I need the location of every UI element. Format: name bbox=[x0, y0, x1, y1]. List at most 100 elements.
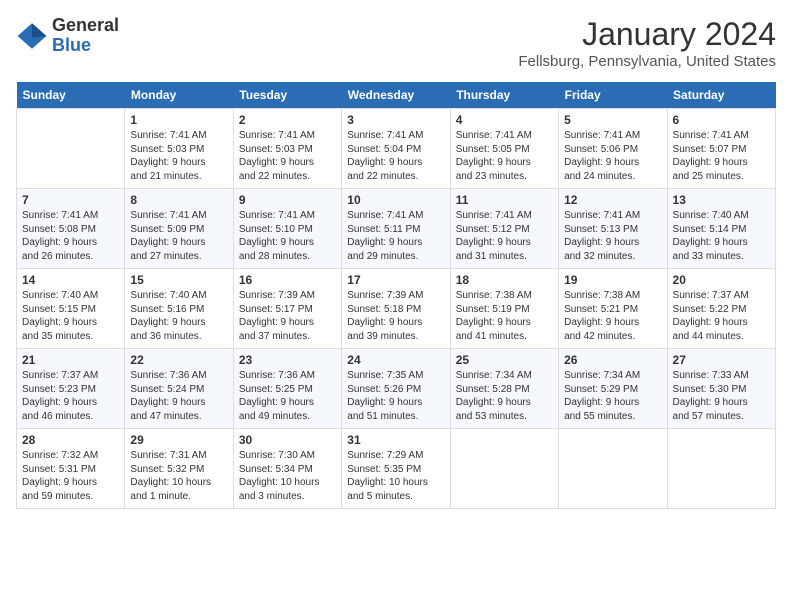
calendar-cell: 10 Sunrise: 7:41 AM Sunset: 5:11 PM Dayli… bbox=[342, 189, 450, 269]
day-number: 20 bbox=[673, 273, 770, 287]
day-number: 2 bbox=[239, 113, 336, 127]
day-number: 15 bbox=[130, 273, 227, 287]
day-info: Sunrise: 7:33 AM Sunset: 5:30 PM Dayligh… bbox=[673, 369, 770, 423]
calendar-week-row: 28 Sunrise: 7:32 AM Sunset: 5:31 PM Dayli… bbox=[17, 429, 776, 509]
day-number: 26 bbox=[564, 353, 661, 367]
logo-blue-label: Blue bbox=[52, 36, 119, 56]
day-info: Sunrise: 7:41 AM Sunset: 5:04 PM Dayligh… bbox=[347, 129, 444, 183]
day-number: 22 bbox=[130, 353, 227, 367]
calendar-week-row: 7 Sunrise: 7:41 AM Sunset: 5:08 PM Daylig… bbox=[17, 189, 776, 269]
day-number: 1 bbox=[130, 113, 227, 127]
day-number: 24 bbox=[347, 353, 444, 367]
day-info: Sunrise: 7:39 AM Sunset: 5:17 PM Dayligh… bbox=[239, 289, 336, 343]
calendar-cell: 17Sunrise: 7:39 AM Sunset: 5:18 PM Dayli… bbox=[342, 269, 450, 349]
day-number: 21 bbox=[22, 353, 119, 367]
day-number: 23 bbox=[239, 353, 336, 367]
column-header-sunday: Sunday bbox=[17, 82, 125, 109]
day-number: 25 bbox=[456, 353, 553, 367]
day-info: Sunrise: 7:36 AM Sunset: 5:24 PM Dayligh… bbox=[130, 369, 227, 423]
day-info: Sunrise: 7:41 AM Sunset: 5:08 PM Dayligh… bbox=[22, 209, 119, 263]
column-header-saturday: Saturday bbox=[667, 82, 775, 109]
day-number: 18 bbox=[456, 273, 553, 287]
day-info: Sunrise: 7:41 AM Sunset: 5:11 PM Dayligh… bbox=[347, 209, 444, 263]
day-number: 10 bbox=[347, 193, 444, 207]
day-info: Sunrise: 7:35 AM Sunset: 5:26 PM Dayligh… bbox=[347, 369, 444, 423]
day-number: 12 bbox=[564, 193, 661, 207]
day-info: Sunrise: 7:37 AM Sunset: 5:22 PM Dayligh… bbox=[673, 289, 770, 343]
calendar-cell: 11 Sunrise: 7:41 AM Sunset: 5:12 PM Dayli… bbox=[450, 189, 558, 269]
day-info: Sunrise: 7:34 AM Sunset: 5:28 PM Dayligh… bbox=[456, 369, 553, 423]
day-number: 27 bbox=[673, 353, 770, 367]
calendar-table: SundayMondayTuesdayWednesdayThursdayFrid… bbox=[16, 82, 776, 509]
calendar-cell: 15 Sunrise: 7:40 AM Sunset: 5:16 PM Dayli… bbox=[125, 269, 233, 349]
day-info: Sunrise: 7:38 AM Sunset: 5:21 PM Dayligh… bbox=[564, 289, 661, 343]
calendar-cell: 25 Sunrise: 7:34 AM Sunset: 5:28 PM Dayli… bbox=[450, 349, 558, 429]
calendar-cell bbox=[667, 429, 775, 509]
calendar-cell: 8 Sunrise: 7:41 AM Sunset: 5:09 PM Daylig… bbox=[125, 189, 233, 269]
day-info: Sunrise: 7:38 AM Sunset: 5:19 PM Dayligh… bbox=[456, 289, 553, 343]
day-info: Sunrise: 7:41 AM Sunset: 5:07 PM Dayligh… bbox=[673, 129, 770, 183]
calendar-week-row: 21 Sunrise: 7:37 AM Sunset: 5:23 PM Dayli… bbox=[17, 349, 776, 429]
calendar-cell: 29Sunrise: 7:31 AM Sunset: 5:32 PM Dayli… bbox=[125, 429, 233, 509]
day-info: Sunrise: 7:34 AM Sunset: 5:29 PM Dayligh… bbox=[564, 369, 661, 423]
column-header-friday: Friday bbox=[559, 82, 667, 109]
calendar-cell bbox=[559, 429, 667, 509]
day-info: Sunrise: 7:37 AM Sunset: 5:23 PM Dayligh… bbox=[22, 369, 119, 423]
day-info: Sunrise: 7:41 AM Sunset: 5:03 PM Dayligh… bbox=[130, 129, 227, 183]
calendar-cell: 21 Sunrise: 7:37 AM Sunset: 5:23 PM Dayli… bbox=[17, 349, 125, 429]
page-header: General Blue January 2024 Fellsburg, Pen… bbox=[16, 16, 776, 70]
calendar-cell: 1 Sunrise: 7:41 AM Sunset: 5:03 PM Daylig… bbox=[125, 109, 233, 189]
calendar-cell: 27 Sunrise: 7:33 AM Sunset: 5:30 PM Dayli… bbox=[667, 349, 775, 429]
calendar-cell: 6 Sunrise: 7:41 AM Sunset: 5:07 PM Daylig… bbox=[667, 109, 775, 189]
calendar-cell: 18 Sunrise: 7:38 AM Sunset: 5:19 PM Dayli… bbox=[450, 269, 558, 349]
column-header-monday: Monday bbox=[125, 82, 233, 109]
calendar-cell: 3 Sunrise: 7:41 AM Sunset: 5:04 PM Daylig… bbox=[342, 109, 450, 189]
day-number: 16 bbox=[239, 273, 336, 287]
calendar-cell: 13Sunrise: 7:40 AM Sunset: 5:14 PM Dayli… bbox=[667, 189, 775, 269]
day-info: Sunrise: 7:29 AM Sunset: 5:35 PM Dayligh… bbox=[347, 449, 444, 503]
day-number: 28 bbox=[22, 433, 119, 447]
column-header-wednesday: Wednesday bbox=[342, 82, 450, 109]
day-info: Sunrise: 7:36 AM Sunset: 5:25 PM Dayligh… bbox=[239, 369, 336, 423]
day-number: 11 bbox=[456, 193, 553, 207]
column-header-thursday: Thursday bbox=[450, 82, 558, 109]
day-info: Sunrise: 7:32 AM Sunset: 5:31 PM Dayligh… bbox=[22, 449, 119, 503]
logo-general-label: General bbox=[52, 16, 119, 36]
day-number: 14 bbox=[22, 273, 119, 287]
calendar-cell: 31 Sunrise: 7:29 AM Sunset: 5:35 PM Dayli… bbox=[342, 429, 450, 509]
calendar-cell: 9 Sunrise: 7:41 AM Sunset: 5:10 PM Daylig… bbox=[233, 189, 341, 269]
logo-icon bbox=[16, 20, 48, 52]
calendar-cell: 5 Sunrise: 7:41 AM Sunset: 5:06 PM Daylig… bbox=[559, 109, 667, 189]
day-info: Sunrise: 7:41 AM Sunset: 5:05 PM Dayligh… bbox=[456, 129, 553, 183]
day-info: Sunrise: 7:41 AM Sunset: 5:10 PM Dayligh… bbox=[239, 209, 336, 263]
calendar-cell: 28 Sunrise: 7:32 AM Sunset: 5:31 PM Dayli… bbox=[17, 429, 125, 509]
day-info: Sunrise: 7:41 AM Sunset: 5:09 PM Dayligh… bbox=[130, 209, 227, 263]
day-number: 3 bbox=[347, 113, 444, 127]
location-label: Fellsburg, Pennsylvania, United States bbox=[518, 53, 776, 70]
calendar-cell: 7 Sunrise: 7:41 AM Sunset: 5:08 PM Daylig… bbox=[17, 189, 125, 269]
day-number: 7 bbox=[22, 193, 119, 207]
calendar-cell: 23 Sunrise: 7:36 AM Sunset: 5:25 PM Dayli… bbox=[233, 349, 341, 429]
day-number: 31 bbox=[347, 433, 444, 447]
day-info: Sunrise: 7:30 AM Sunset: 5:34 PM Dayligh… bbox=[239, 449, 336, 503]
logo: General Blue bbox=[16, 16, 119, 56]
day-info: Sunrise: 7:40 AM Sunset: 5:14 PM Dayligh… bbox=[673, 209, 770, 263]
calendar-cell: 22 Sunrise: 7:36 AM Sunset: 5:24 PM Dayli… bbox=[125, 349, 233, 429]
day-info: Sunrise: 7:31 AM Sunset: 5:32 PM Dayligh… bbox=[130, 449, 227, 503]
day-number: 17 bbox=[347, 273, 444, 287]
day-info: Sunrise: 7:41 AM Sunset: 5:12 PM Dayligh… bbox=[456, 209, 553, 263]
calendar-cell bbox=[450, 429, 558, 509]
day-info: Sunrise: 7:40 AM Sunset: 5:16 PM Dayligh… bbox=[130, 289, 227, 343]
logo-text: General Blue bbox=[52, 16, 119, 56]
day-number: 9 bbox=[239, 193, 336, 207]
day-info: Sunrise: 7:41 AM Sunset: 5:06 PM Dayligh… bbox=[564, 129, 661, 183]
day-number: 6 bbox=[673, 113, 770, 127]
day-number: 19 bbox=[564, 273, 661, 287]
calendar-cell: 12Sunrise: 7:41 AM Sunset: 5:13 PM Dayli… bbox=[559, 189, 667, 269]
calendar-cell: 24 Sunrise: 7:35 AM Sunset: 5:26 PM Dayli… bbox=[342, 349, 450, 429]
day-number: 5 bbox=[564, 113, 661, 127]
month-title: January 2024 bbox=[518, 16, 776, 53]
day-number: 8 bbox=[130, 193, 227, 207]
calendar-header-row: SundayMondayTuesdayWednesdayThursdayFrid… bbox=[17, 82, 776, 109]
calendar-cell: 4Sunrise: 7:41 AM Sunset: 5:05 PM Daylig… bbox=[450, 109, 558, 189]
